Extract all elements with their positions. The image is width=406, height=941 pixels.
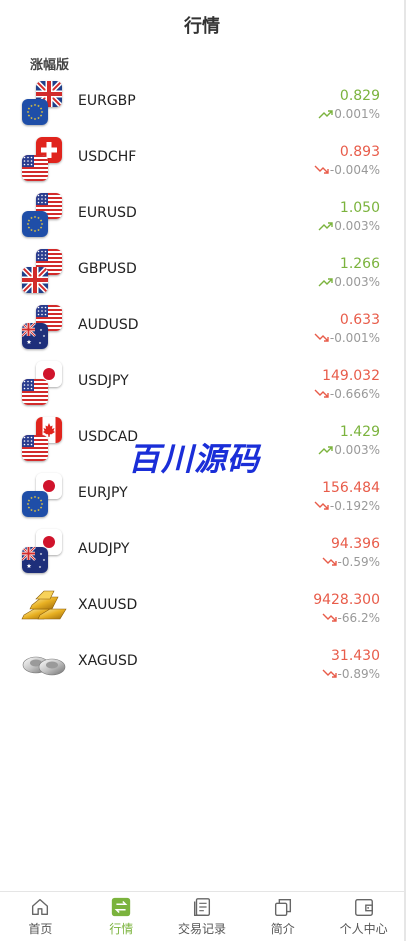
quote-symbol: EURUSD (78, 205, 137, 221)
quote-change-value: -0.666% (329, 387, 380, 401)
quote-change-value: -0.001% (329, 331, 380, 345)
quote-change-value: 0.003% (334, 443, 380, 457)
us-jp-flags-icon (22, 361, 64, 405)
quote-price: 156.484 (322, 480, 380, 496)
tab-copy[interactable]: 简介 (242, 892, 323, 941)
exchange-icon (110, 896, 132, 918)
tab-wallet[interactable]: 个人中心 (323, 892, 404, 941)
trend-down-icon (314, 164, 330, 176)
tab-records[interactable]: 交易记录 (162, 892, 243, 941)
quote-symbol: USDJPY (78, 373, 129, 389)
trend-up-icon (318, 444, 334, 456)
quote-row-eurgbp[interactable]: EURGBP 0.829 0.001% (0, 73, 404, 129)
quote-change-value: -0.89% (337, 667, 380, 681)
quote-price: 31.430 (331, 648, 380, 664)
quote-change: 0.001% (318, 107, 380, 121)
quote-symbol: USDCHF (78, 149, 137, 165)
quote-change-value: -0.004% (329, 163, 380, 177)
home-icon (29, 896, 51, 918)
quote-change: -0.001% (314, 331, 380, 345)
quote-price: 1.429 (339, 424, 380, 440)
quote-symbol: GBPUSD (78, 261, 137, 277)
trend-down-icon (314, 500, 330, 512)
quote-price: 0.633 (339, 312, 380, 328)
quote-change-value: -0.59% (337, 555, 380, 569)
copy-icon (272, 896, 294, 918)
eu-jp-flags-icon (22, 473, 64, 517)
quote-price: 1.050 (339, 200, 380, 216)
wallet-icon (353, 896, 375, 918)
tab-label: 首页 (28, 922, 53, 936)
quote-list: EURGBP 0.829 0.001% USDCHF 0.893 -0.004% EURUS… (0, 73, 404, 689)
quote-row-gbpusd[interactable]: GBPUSD 1.266 0.003% (0, 241, 404, 297)
trend-down-icon (322, 556, 338, 568)
quote-change: -0.59% (322, 555, 380, 569)
quote-row-xauusd[interactable]: XAUUSD 9428.300 -66.2% (0, 577, 404, 633)
quote-change: 0.003% (318, 219, 380, 233)
quote-symbol: AUDJPY (78, 541, 130, 557)
eu-gb-flags-icon (22, 81, 64, 125)
quote-change: -0.004% (314, 163, 380, 177)
quote-symbol: EURGBP (78, 93, 136, 109)
trend-up-icon (318, 108, 334, 120)
us-ch-flags-icon (22, 137, 64, 181)
watermark-text: 百川源码 (128, 440, 261, 478)
au-us-flags-icon (22, 305, 64, 349)
quote-price: 9428.300 (313, 592, 380, 608)
quote-change: -0.666% (314, 387, 380, 401)
au-jp-flags-icon (22, 529, 64, 573)
quote-change: -0.89% (322, 667, 380, 681)
quote-symbol: EURJPY (78, 485, 128, 501)
trend-down-icon (314, 388, 330, 400)
trend-down-icon (314, 332, 330, 344)
quote-change-value: 0.003% (334, 219, 380, 233)
silver-ingots-icon (20, 641, 68, 681)
trend-up-icon (318, 220, 334, 232)
quote-change-value: 0.001% (334, 107, 380, 121)
gold-bars-icon (20, 585, 68, 625)
quote-change: -66.2% (322, 611, 380, 625)
quote-row-audusd[interactable]: AUDUSD 0.633 -0.001% (0, 297, 404, 353)
quote-change: 0.003% (318, 443, 380, 457)
trend-down-icon (322, 612, 338, 624)
quote-price: 1.266 (339, 256, 380, 272)
eu-us-flags-icon (22, 193, 64, 237)
quote-row-usdchf[interactable]: USDCHF 0.893 -0.004% (0, 129, 404, 185)
quote-symbol: AUDUSD (78, 317, 139, 333)
quote-change: -0.192% (314, 499, 380, 513)
tab-label: 行情 (109, 922, 134, 936)
tab-label: 交易记录 (177, 922, 226, 936)
quote-change: 0.003% (318, 275, 380, 289)
market-page: 行情 涨幅版 EURGBP 0.829 0.001% USDCHF 0.893 -0.00… (0, 0, 406, 941)
bottom-tab-bar: 首页 行情 交易记录 简介 个人中心 (0, 891, 404, 941)
quote-row-usdjpy[interactable]: USDJPY 149.032 -0.666% (0, 353, 404, 409)
section-label: 涨幅版 (30, 58, 70, 73)
us-ca-flags-icon (22, 417, 64, 461)
gb-us-flags-icon (22, 249, 64, 293)
trend-down-icon (322, 668, 338, 680)
trend-up-icon (318, 276, 334, 288)
quote-change-value: 0.003% (334, 275, 380, 289)
quote-price: 0.893 (339, 144, 380, 160)
tab-label: 简介 (270, 922, 295, 936)
page-title: 行情 (184, 16, 220, 37)
tab-exchange[interactable]: 行情 (81, 892, 162, 941)
records-icon (191, 896, 213, 918)
quote-price: 94.396 (331, 536, 380, 552)
quote-price: 0.829 (339, 88, 380, 104)
tab-home[interactable]: 首页 (0, 892, 81, 941)
quote-symbol: XAGUSD (78, 653, 138, 669)
quote-price: 149.032 (322, 368, 380, 384)
quote-change-value: -0.192% (329, 499, 380, 513)
quote-symbol: XAUUSD (78, 597, 138, 613)
header: 行情 (0, 0, 404, 50)
quote-row-audjpy[interactable]: AUDJPY 94.396 -0.59% (0, 521, 404, 577)
quote-row-xagusd[interactable]: XAGUSD 31.430 -0.89% (0, 633, 404, 689)
tab-label: 个人中心 (339, 922, 388, 936)
quote-row-eurusd[interactable]: EURUSD 1.050 0.003% (0, 185, 404, 241)
quote-change-value: -66.2% (337, 611, 380, 625)
